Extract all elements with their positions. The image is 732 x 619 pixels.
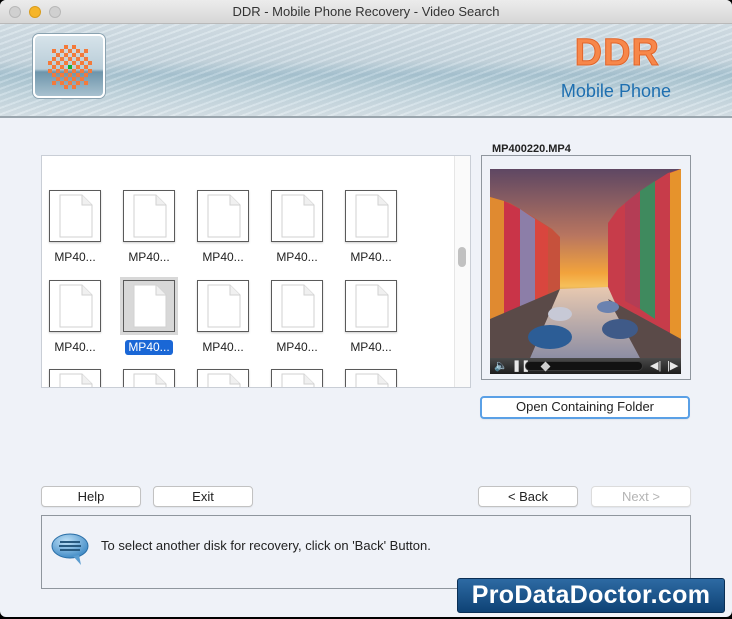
brand-subtitle: Mobile Phone [560,81,671,101]
document-icon [49,280,101,332]
document-icon [49,190,101,242]
document-icon [120,277,178,335]
next-button[interactable]: Next > [591,486,691,507]
file-item[interactable]: MP40... [112,190,186,266]
app-window: DDR - Mobile Phone Recovery - Video Sear… [0,0,732,617]
preview-file-name: MP400220.MP4 [488,143,575,155]
file-item[interactable]: MP40... [260,190,334,266]
file-name-label: MP40... [350,340,392,354]
document-icon [271,369,323,387]
speaker-icon[interactable]: 🔈 [494,359,508,373]
file-name-label: MP40... [54,340,96,354]
file-item[interactable] [42,369,112,387]
file-name-label: MP40... [276,250,318,264]
document-icon [197,369,249,387]
title-bar: DDR - Mobile Phone Recovery - Video Sear… [0,0,732,24]
file-item[interactable]: MP40... [112,277,186,356]
speech-bubble-icon [51,533,89,565]
brand-logo-text: DDR [574,32,660,75]
file-name-label: MP40... [54,250,96,264]
window-title: DDR - Mobile Phone Recovery - Video Sear… [232,4,500,19]
back-button[interactable]: < Back [478,486,578,507]
file-thumbnail-grid[interactable]: MP40... MP40... MP40... MP40... MP40... MP40.… [41,155,471,388]
file-item[interactable] [260,369,334,387]
document-icon [123,190,175,242]
status-message: To select another disk for recovery, cli… [101,538,431,553]
file-name-label: MP40... [202,250,244,264]
file-name-label: MP40... [202,340,244,354]
scrollbar-thumb[interactable] [458,247,466,267]
document-icon [123,369,175,387]
seek-knob[interactable] [541,361,551,372]
player-controls: 🔈 ❚❚ ◀| |▶ [490,358,681,374]
file-item[interactable]: MP40... [334,190,408,266]
file-name-label: MP40... [350,250,392,264]
file-item[interactable]: MP40... [42,190,112,266]
document-icon [345,369,397,387]
file-name-label: MP40... [128,250,170,264]
video-frame-canal-scene [490,169,681,358]
document-icon [197,280,249,332]
file-item[interactable] [112,369,186,387]
document-icon [271,280,323,332]
prodatadoctor-badge[interactable]: ProDataDoctor.com [457,578,725,613]
header-banner: DDR Mobile Phone [0,24,732,118]
document-icon [345,190,397,242]
document-icon [197,190,249,242]
ddr-logo-icon [48,45,92,89]
exit-button[interactable]: Exit [153,486,253,507]
seek-slider[interactable] [525,361,643,372]
vertical-scrollbar[interactable] [454,156,470,387]
step-back-icon[interactable]: ◀| [650,359,661,373]
file-item[interactable]: MP40... [42,280,112,356]
help-button[interactable]: Help [41,486,141,507]
file-item[interactable] [334,369,408,387]
file-item[interactable] [186,369,260,387]
document-icon [271,190,323,242]
ddr-logo [33,34,105,98]
document-icon [49,369,101,387]
file-item[interactable]: MP40... [260,280,334,356]
file-name-label: MP40... [125,340,173,355]
video-player[interactable]: 🔈 ❚❚ ◀| |▶ [490,169,681,374]
step-forward-icon[interactable]: |▶ [667,359,678,373]
file-item[interactable]: MP40... [186,280,260,356]
file-item[interactable]: MP40... [334,280,408,356]
file-item[interactable]: MP40... [186,190,260,266]
document-icon [345,280,397,332]
file-name-label: MP40... [276,340,318,354]
open-containing-folder-button[interactable]: Open Containing Folder [480,396,690,419]
